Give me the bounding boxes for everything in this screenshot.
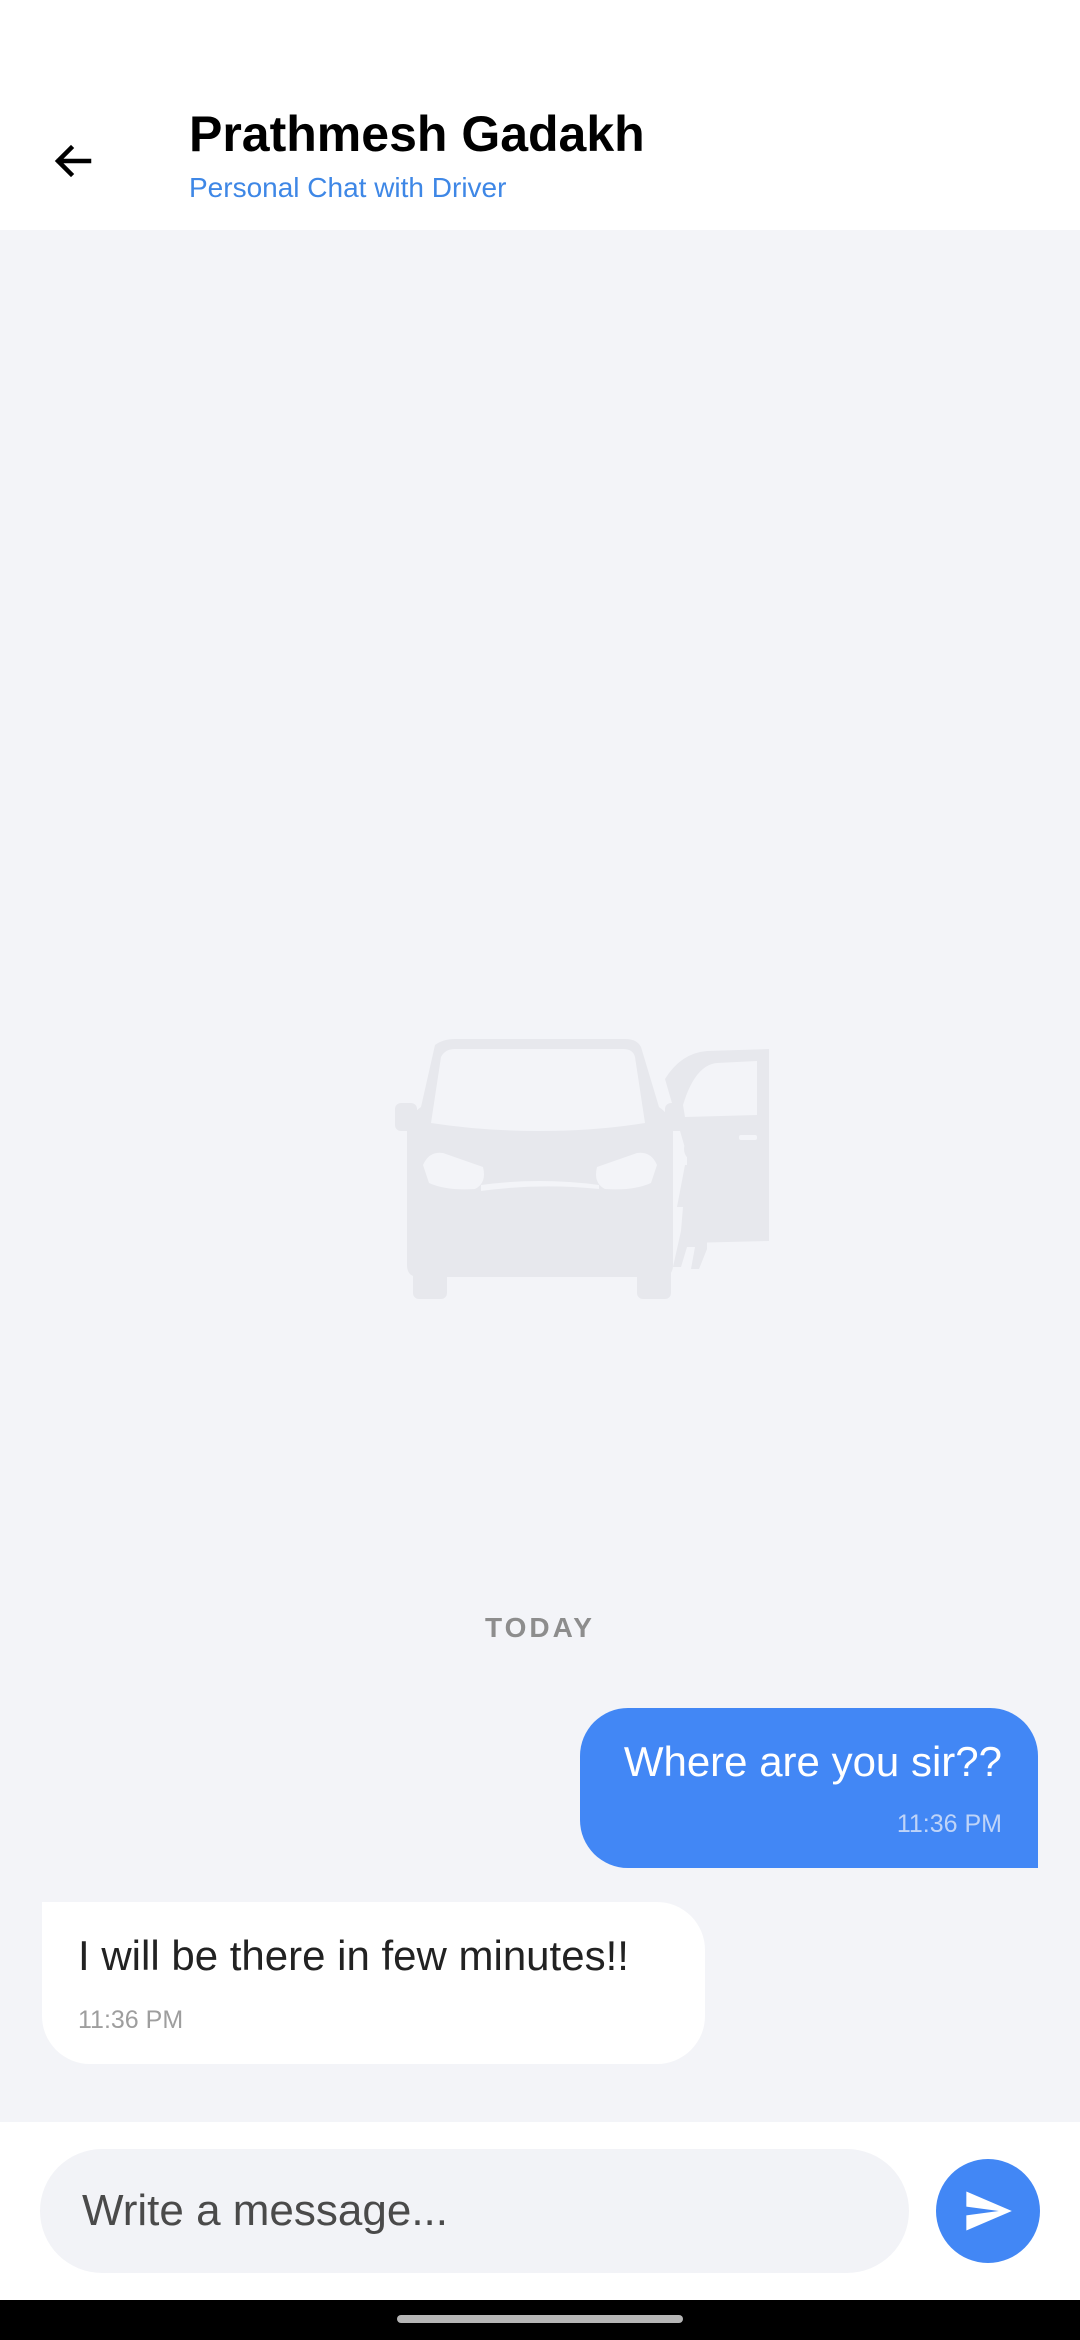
back-button[interactable] bbox=[28, 116, 118, 206]
date-divider: TODAY bbox=[485, 1612, 595, 1643]
message-bubble-sent[interactable]: Where are you sir?? 11:36 PM bbox=[580, 1708, 1038, 1868]
message-text: I will be there in few minutes!! bbox=[78, 1932, 629, 1979]
chat-subtitle: Personal Chat with Driver bbox=[189, 172, 507, 203]
send-icon bbox=[966, 2191, 1012, 2231]
message-bubble-received[interactable]: I will be there in few minutes!! 11:36 P… bbox=[42, 1902, 705, 2064]
arrow-left-icon bbox=[54, 144, 92, 178]
van-illustration bbox=[395, 1039, 769, 1299]
home-indicator[interactable] bbox=[397, 2315, 683, 2323]
send-button[interactable] bbox=[936, 2159, 1040, 2263]
system-nav-bar bbox=[0, 2300, 1080, 2340]
message-time: 11:36 PM bbox=[78, 2006, 184, 2034]
status-bar bbox=[0, 0, 1080, 90]
chat-title: Prathmesh Gadakh bbox=[189, 106, 645, 162]
message-input[interactable] bbox=[40, 2149, 909, 2273]
message-time: 11:36 PM bbox=[896, 1810, 1002, 1838]
message-text: Where are you sir?? bbox=[623, 1738, 1002, 1785]
app-bar: Prathmesh Gadakh Personal Chat with Driv… bbox=[0, 90, 1080, 230]
message-composer bbox=[0, 2122, 1080, 2300]
